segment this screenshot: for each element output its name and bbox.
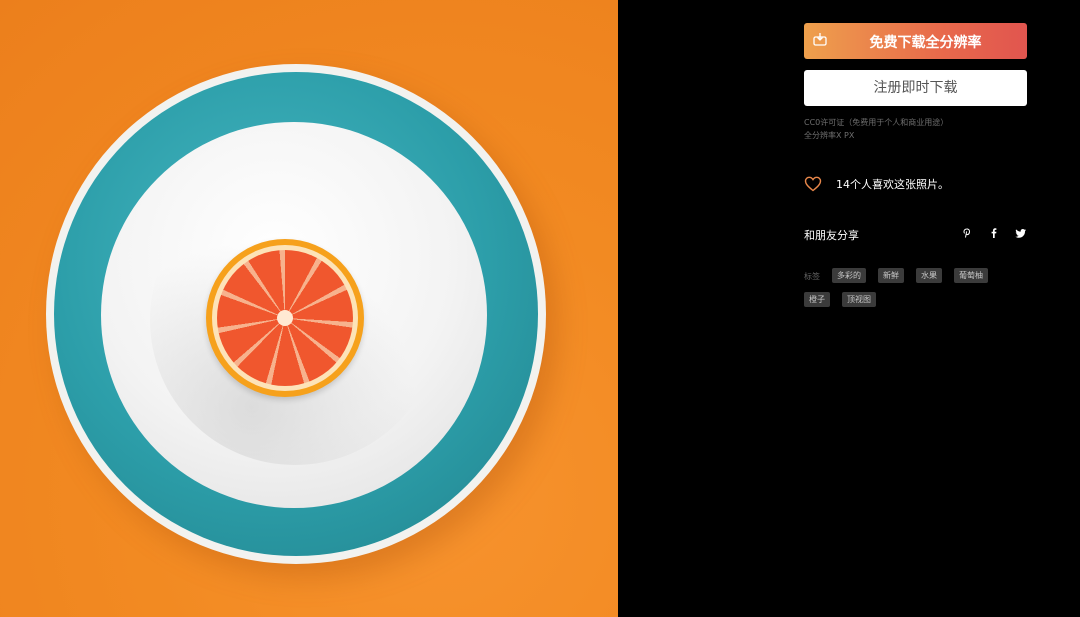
tag-chip[interactable]: 新鲜 xyxy=(878,268,904,283)
likes-count-text: 14个人喜欢这张照片。 xyxy=(836,178,949,191)
photo-preview xyxy=(0,0,618,617)
tag-chip[interactable]: 多彩的 xyxy=(832,268,866,283)
facebook-icon[interactable] xyxy=(988,227,1000,239)
free-download-label: 免费下载全分辨率 xyxy=(869,35,982,51)
register-download-button[interactable]: 注册即时下载 xyxy=(804,70,1027,106)
tag-chip[interactable]: 水果 xyxy=(916,268,942,283)
license-text: CC0许可证（免费用于个人和商业用途） xyxy=(804,118,949,127)
resolution-text: 全分辨率X PX xyxy=(804,131,855,140)
share-label: 和朋友分享 xyxy=(804,229,859,242)
heart-icon[interactable] xyxy=(804,175,822,193)
license-info: CC0许可证（免费用于个人和商业用途） 全分辨率X PX xyxy=(804,116,948,142)
tag-chip[interactable]: 葡萄柚 xyxy=(954,268,988,283)
pinterest-icon[interactable] xyxy=(961,227,973,239)
twitter-icon[interactable] xyxy=(1015,227,1027,239)
tags-label: 标签 xyxy=(804,272,820,281)
orange-center xyxy=(277,310,293,326)
free-download-button[interactable]: 免费下载全分辨率 xyxy=(804,23,1027,59)
tag-chip[interactable]: 顶视图 xyxy=(842,292,876,307)
tag-chip[interactable]: 橙子 xyxy=(804,292,830,307)
